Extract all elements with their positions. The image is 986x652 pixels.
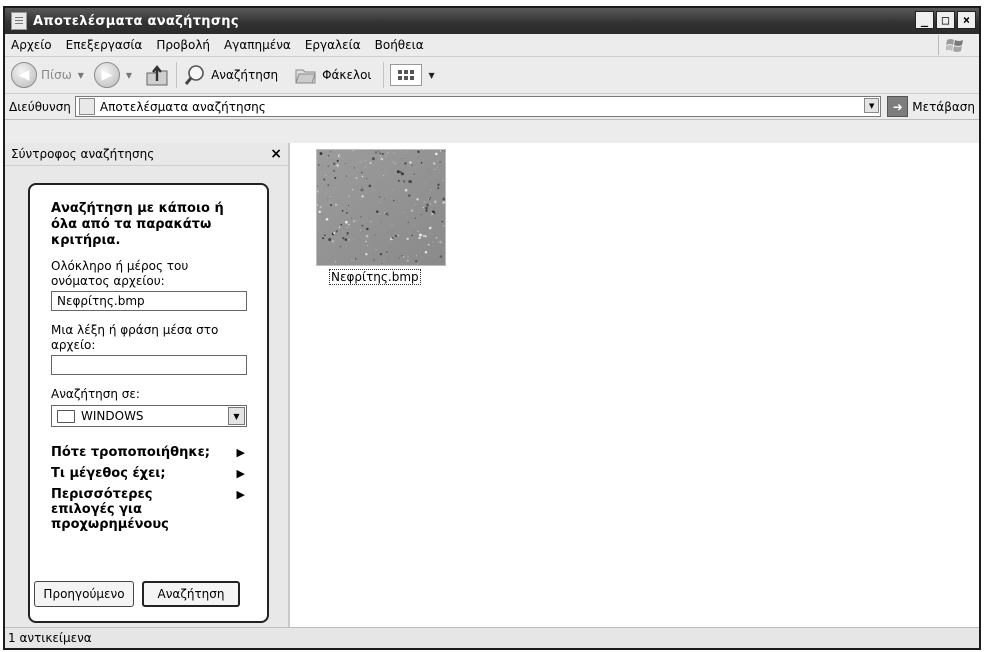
minimize-button[interactable]: _ — [915, 11, 934, 29]
address-label: Διεύθυνση — [9, 99, 71, 114]
address-bar: Διεύθυνση Αποτελέσματα αναζήτησης ▼ ➜ Με… — [5, 94, 979, 120]
menu-tools[interactable]: Εργαλεία — [298, 38, 368, 52]
explorer-window: Αποτελέσματα αναζήτησης _ □ × Αρχείο Επε… — [3, 6, 981, 650]
search-results-icon — [11, 12, 27, 30]
back-dropdown-icon[interactable]: ▼ — [78, 71, 84, 80]
forward-arrow-icon: ▶ — [93, 62, 120, 88]
lookin-select[interactable]: WINDOWS ▼ — [51, 405, 247, 427]
panel-close-icon[interactable]: × — [270, 146, 282, 162]
menu-view[interactable]: Προβολή — [149, 38, 217, 52]
back-arrow-icon: ◀ — [11, 62, 37, 88]
option-advanced[interactable]: Περισσότερες επιλογές για προχωρημένους … — [51, 487, 249, 532]
search-heading: Αναζήτηση με κάποιο ή όλα από τα παρακάτ… — [51, 201, 224, 248]
search-icon — [184, 65, 204, 85]
panel-header: Σύντροφος αναζήτησης × — [5, 143, 288, 166]
back-button[interactable]: ◀ Πίσω ▼ — [11, 62, 84, 88]
windows-flag-icon — [938, 35, 969, 55]
panel-title: Σύντροφος αναζήτησης — [11, 147, 155, 161]
option-advanced-label: Περισσότερες επιλογές για προχωρημένους — [51, 487, 169, 532]
toolbar-separator — [383, 62, 385, 88]
forward-button[interactable]: ▶ ▼ — [93, 62, 132, 88]
go-label: Μετάβαση — [912, 99, 975, 114]
folders-label: Φάκελοι — [322, 68, 372, 82]
option-size-label: Τι μέγεθος έχει; — [51, 466, 166, 481]
panel-buttons: Προηγούμενο Αναζήτηση — [34, 581, 240, 607]
window-title: Αποτελέσματα αναζήτησης — [33, 13, 239, 29]
search-criteria-card: Αναζήτηση με κάποιο ή όλα από τα παρακάτ… — [28, 183, 269, 623]
filename-label: Ολόκληρο ή μέρος του ονόματος αρχείου: — [51, 259, 189, 288]
menu-edit[interactable]: Επεξεργασία — [59, 38, 150, 52]
lookin-label: Αναζήτηση σε: — [51, 387, 140, 401]
file-thumbnail[interactable] — [316, 149, 446, 266]
search-label: Αναζήτηση — [211, 68, 279, 82]
phrase-input[interactable] — [51, 355, 247, 375]
menu-file[interactable]: Αρχείο — [5, 38, 59, 52]
search-button[interactable]: Αναζήτηση — [183, 63, 278, 87]
menu-help[interactable]: Βοήθεια — [368, 38, 431, 52]
status-bar: 1 αντικείμενα — [5, 627, 979, 648]
lookin-value: WINDOWS — [81, 409, 144, 423]
expand-arrow-icon: ▶ — [236, 446, 245, 459]
toolbar-separator — [176, 62, 178, 88]
address-dropdown-icon[interactable]: ▼ — [864, 98, 880, 113]
status-text: 1 αντικείμενα — [8, 631, 92, 645]
search-submit-button[interactable]: Αναζήτηση — [142, 581, 240, 607]
stone-texture-image — [317, 150, 445, 265]
previous-button[interactable]: Προηγούμενο — [34, 581, 134, 607]
expand-arrow-icon: ▶ — [236, 488, 245, 501]
search-companion-panel: Σύντροφος αναζήτησης × Αναζήτηση με κάπο… — [5, 143, 290, 628]
search-results-icon — [78, 98, 95, 115]
back-label: Πίσω — [41, 68, 72, 82]
expand-arrow-icon: ▶ — [236, 467, 245, 480]
option-size[interactable]: Τι μέγεθος έχει; ▶ — [51, 466, 249, 481]
title-bar[interactable]: Αποτελέσματα αναζήτησης _ □ × — [5, 8, 979, 34]
address-value: Αποτελέσματα αναζήτησης — [99, 99, 266, 114]
close-button[interactable]: × — [957, 11, 976, 29]
file-name-label[interactable]: Νεφρίτης.bmp — [329, 269, 421, 285]
go-button[interactable]: ➜ Μετάβαση — [887, 96, 975, 117]
results-pane: Νεφρίτης.bmp — [290, 143, 979, 628]
views-icon — [390, 64, 423, 86]
folder-icon — [57, 409, 75, 423]
folders-icon — [295, 69, 316, 84]
lookin-dropdown-icon[interactable]: ▼ — [228, 407, 245, 425]
folders-button[interactable]: Φάκελοι — [294, 65, 371, 85]
toolbar: ◀ Πίσω ▼ ▶ ▼ Αναζήτηση Φάκελοι ▼ — [5, 57, 979, 94]
option-modified[interactable]: Πότε τροποποιήθηκε; ▶ — [51, 445, 249, 460]
phrase-label: Μια λέξη ή φράση μέσα στο αρχείο: — [51, 323, 219, 352]
filename-input[interactable]: Νεφρίτης.bmp — [51, 291, 247, 311]
up-folder-icon — [146, 65, 168, 86]
forward-dropdown-icon[interactable]: ▼ — [126, 71, 132, 80]
address-field[interactable]: Αποτελέσματα αναζήτησης ▼ — [74, 96, 882, 117]
maximize-button[interactable]: □ — [936, 11, 955, 29]
views-dropdown-icon[interactable]: ▼ — [428, 71, 434, 80]
go-arrow-icon: ➜ — [887, 96, 909, 117]
menu-bar: Αρχείο Επεξεργασία Προβολή Αγαπημένα Εργ… — [5, 34, 979, 57]
up-folder-button[interactable] — [144, 63, 170, 87]
views-button[interactable]: ▼ — [390, 64, 435, 86]
menu-favorites[interactable]: Αγαπημένα — [217, 38, 298, 52]
window-controls: _ □ × — [915, 11, 976, 29]
option-modified-label: Πότε τροποποιήθηκε; — [51, 445, 211, 460]
content-area: Σύντροφος αναζήτησης × Αναζήτηση με κάπο… — [5, 143, 979, 628]
